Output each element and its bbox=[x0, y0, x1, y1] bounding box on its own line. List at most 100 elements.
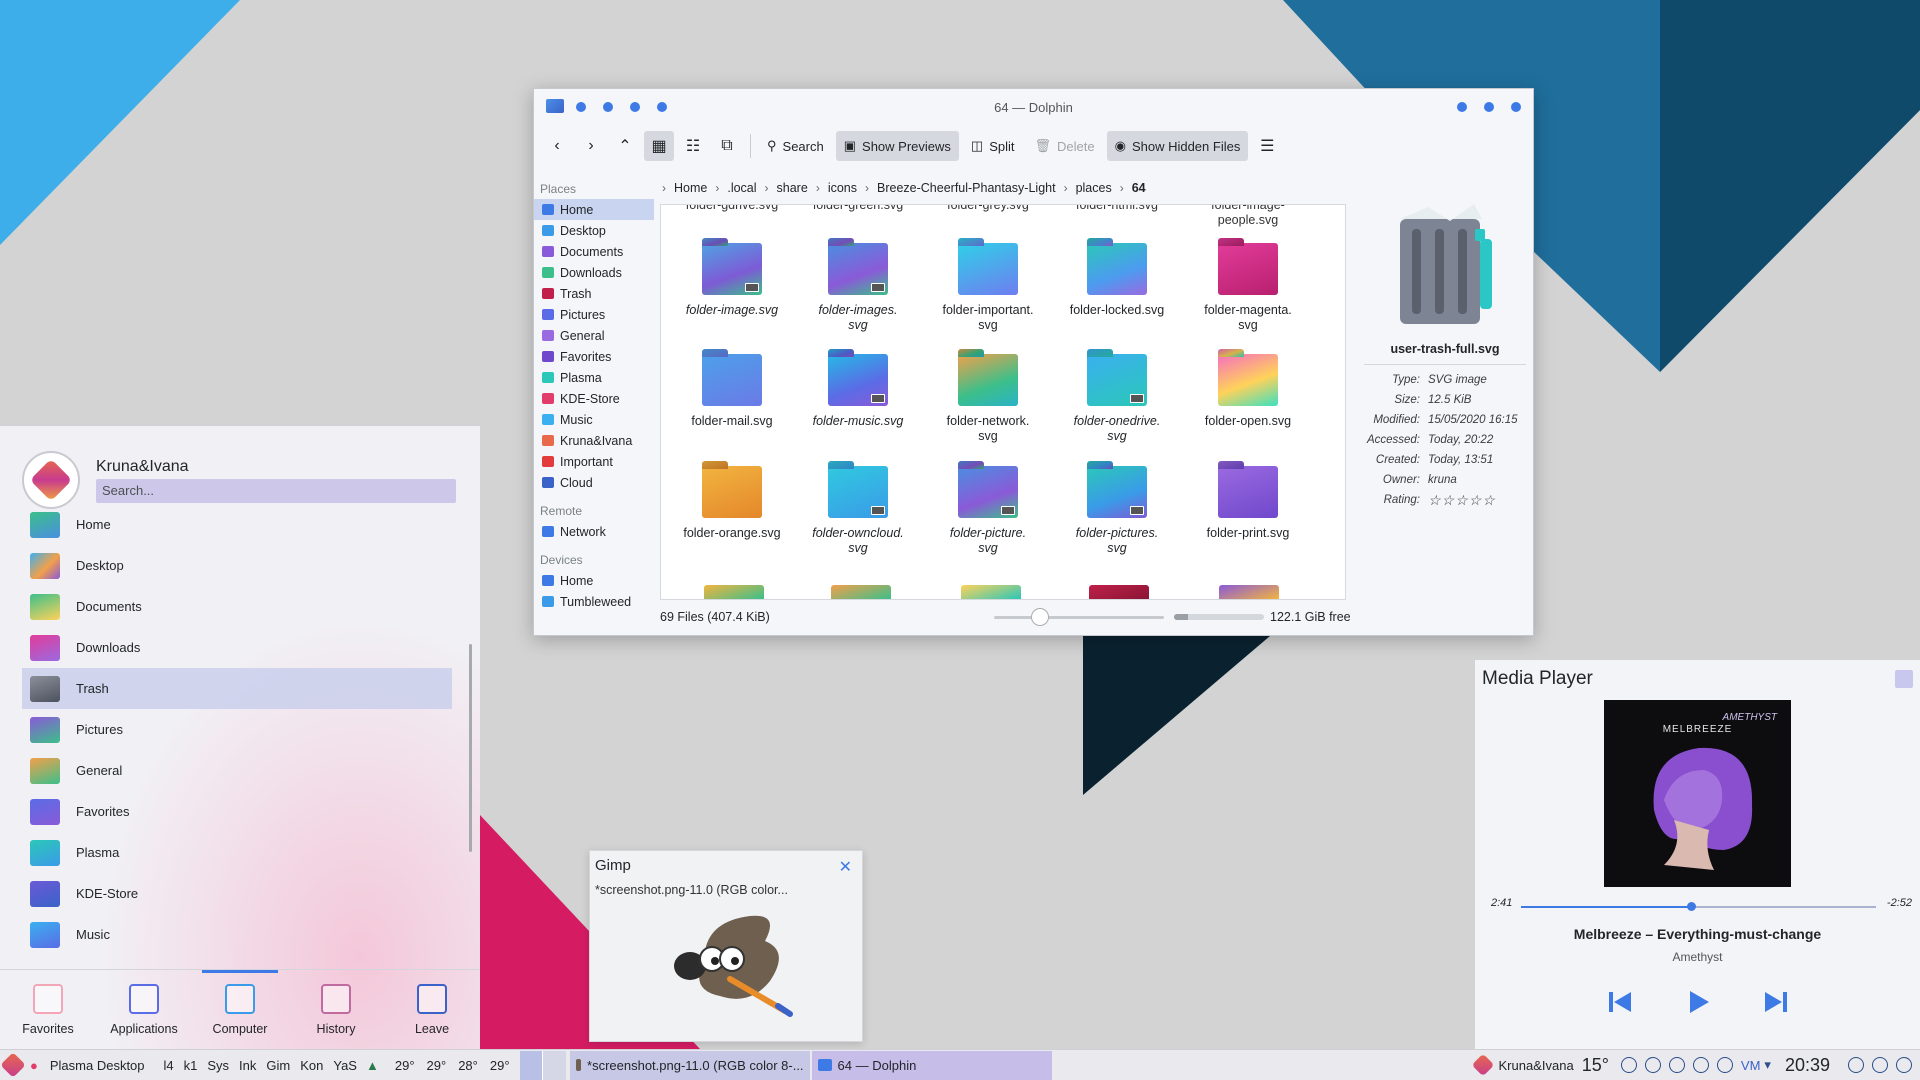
icons-view-button[interactable]: ▦ bbox=[644, 131, 674, 161]
places-item-important[interactable]: Important bbox=[534, 451, 654, 472]
power-icon[interactable] bbox=[1896, 1057, 1912, 1073]
breadcrumb-item[interactable]: icons bbox=[828, 181, 857, 195]
file-item[interactable]: folder-locked.svg bbox=[1057, 243, 1177, 318]
quick-launch-kon[interactable]: Kon bbox=[295, 1050, 328, 1080]
places-item-home[interactable]: Home bbox=[534, 199, 654, 220]
weather-widget[interactable]: 15° bbox=[1578, 1050, 1613, 1080]
file-item[interactable]: folder-image.svg bbox=[672, 243, 792, 318]
places-item-music[interactable]: Music bbox=[534, 409, 654, 430]
tab-history[interactable]: History bbox=[288, 970, 384, 1049]
breadcrumb-item[interactable]: Breeze-Cheerful-Phantasy-Light bbox=[877, 181, 1056, 195]
tray-expand-icon[interactable]: ▾ bbox=[1764, 1057, 1771, 1073]
file-item[interactable]: folder-print.svg bbox=[1188, 466, 1308, 541]
notifications-icon[interactable] bbox=[1644, 1057, 1661, 1073]
places-item-cloud[interactable]: Cloud bbox=[534, 472, 654, 493]
app-item-favorites[interactable]: Favorites bbox=[22, 791, 452, 832]
split-button[interactable]: ◫ Split bbox=[963, 131, 1023, 161]
app-item-desktop[interactable]: Desktop bbox=[22, 545, 452, 586]
play-icon[interactable] bbox=[1684, 988, 1712, 1016]
hamburger-menu-button[interactable]: ☰ bbox=[1252, 131, 1282, 161]
places-item-documents[interactable]: Documents bbox=[534, 241, 654, 262]
file-item[interactable]: folder-onedrive. svg bbox=[1057, 354, 1177, 444]
places-item-kruna-ivana[interactable]: Kruna&Ivana bbox=[534, 430, 654, 451]
app-item-kde-store[interactable]: KDE-Store bbox=[22, 873, 452, 914]
remote-item-network[interactable]: Network bbox=[534, 521, 654, 542]
close-button[interactable] bbox=[1511, 102, 1521, 112]
breadcrumb-item[interactable]: .local bbox=[727, 181, 756, 195]
app-item-music[interactable]: Music bbox=[22, 914, 452, 955]
file-item[interactable]: folder-open.svg bbox=[1188, 354, 1308, 429]
quick-launch-yas[interactable]: YaS bbox=[328, 1050, 362, 1080]
compact-view-button[interactable]: ☷ bbox=[678, 131, 708, 161]
breadcrumb-item[interactable]: share bbox=[777, 181, 808, 195]
app-item-documents[interactable]: Documents bbox=[22, 586, 452, 627]
up-button[interactable]: ⌃ bbox=[610, 131, 640, 161]
clock[interactable]: 20:39 bbox=[1775, 1050, 1840, 1080]
user-switcher[interactable]: Kruna&Ivana bbox=[1471, 1050, 1578, 1080]
user-avatar[interactable] bbox=[22, 451, 80, 509]
forward-button[interactable]: › bbox=[576, 131, 606, 161]
gimp-window-preview[interactable]: Gimp ✕ *screenshot.png-11.0 (RGB color..… bbox=[589, 850, 863, 1042]
media-icon[interactable] bbox=[1716, 1057, 1733, 1073]
places-item-trash[interactable]: Trash bbox=[534, 283, 654, 304]
back-button[interactable]: ‹ bbox=[542, 131, 572, 161]
launcher-scrollbar[interactable] bbox=[469, 644, 472, 852]
places-item-pictures[interactable]: Pictures bbox=[534, 304, 654, 325]
updates-icon[interactable] bbox=[1668, 1057, 1685, 1073]
lock-icon[interactable] bbox=[1848, 1057, 1864, 1073]
app-item-plasma[interactable]: Plasma bbox=[22, 832, 452, 873]
places-item-plasma[interactable]: Plasma bbox=[534, 367, 654, 388]
title-bar[interactable]: 64 — Dolphin bbox=[534, 89, 1533, 125]
device-item-home[interactable]: Home bbox=[534, 570, 654, 591]
places-item-desktop[interactable]: Desktop bbox=[534, 220, 654, 241]
tab-leave[interactable]: Leave bbox=[384, 970, 480, 1049]
breadcrumb-item[interactable]: places bbox=[1076, 181, 1112, 195]
file-item[interactable]: folder-mail.svg bbox=[672, 354, 792, 429]
network-icon[interactable] bbox=[1620, 1057, 1637, 1073]
file-item[interactable]: folder-network. svg bbox=[928, 354, 1048, 444]
rating-stars[interactable]: ☆☆☆☆☆ bbox=[1428, 493, 1530, 508]
tab-applications[interactable]: Applications bbox=[96, 970, 192, 1049]
pin-icon[interactable] bbox=[1895, 670, 1913, 688]
next-track-icon[interactable] bbox=[1762, 988, 1790, 1016]
app-item-downloads[interactable]: Downloads bbox=[22, 627, 452, 668]
show-previews-button[interactable]: ▣ Show Previews bbox=[835, 131, 959, 161]
vpn-icon[interactable]: VM bbox=[1741, 1058, 1761, 1073]
panel-arrow-up-icon[interactable]: ▲ bbox=[362, 1050, 383, 1080]
audio-icon[interactable] bbox=[1692, 1057, 1709, 1073]
app-item-general[interactable]: General bbox=[22, 750, 452, 791]
launcher-button[interactable] bbox=[0, 1050, 26, 1080]
file-item[interactable]: folder-images. svg bbox=[798, 243, 918, 333]
file-item[interactable]: folder-orange.svg bbox=[672, 466, 792, 541]
places-item-kde-store[interactable]: KDE-Store bbox=[534, 388, 654, 409]
file-view[interactable]: folder-gdrive.svg folder-green.svg folder-… bbox=[660, 204, 1346, 600]
pager-desktop-1[interactable] bbox=[519, 1050, 544, 1080]
pager-desktop-2[interactable] bbox=[543, 1050, 566, 1080]
tab-computer[interactable]: Computer bbox=[192, 970, 288, 1049]
zoom-slider-track[interactable] bbox=[994, 616, 1164, 619]
launcher-search-input[interactable]: Search... bbox=[96, 479, 456, 503]
close-icon[interactable]: ✕ bbox=[839, 857, 852, 877]
file-item[interactable]: folder-music.svg bbox=[798, 354, 918, 429]
file-item[interactable]: folder-pictures. svg bbox=[1057, 466, 1177, 556]
details-view-button[interactable]: ⧉ bbox=[712, 131, 742, 161]
app-item-home[interactable]: Home bbox=[22, 504, 452, 545]
places-item-general[interactable]: General bbox=[534, 325, 654, 346]
info-icon[interactable] bbox=[1872, 1057, 1888, 1073]
zoom-slider-handle[interactable] bbox=[1031, 608, 1049, 626]
places-item-downloads[interactable]: Downloads bbox=[534, 262, 654, 283]
app-item-pictures[interactable]: Pictures bbox=[22, 709, 452, 750]
file-item[interactable]: folder-picture. svg bbox=[928, 466, 1048, 556]
quick-launch-l4[interactable]: l4 bbox=[159, 1050, 179, 1080]
task-button[interactable]: *screenshot.png-11.0 (RGB color 8-... bbox=[569, 1050, 810, 1080]
breadcrumb-item[interactable]: 64 bbox=[1132, 181, 1146, 195]
quick-launch-ink[interactable]: Ink bbox=[234, 1050, 261, 1080]
activity-switcher[interactable]: ● Plasma Desktop bbox=[26, 1050, 149, 1080]
search-button[interactable]: ⚲ Search bbox=[759, 131, 832, 161]
task-button[interactable]: 64 — Dolphin bbox=[811, 1050, 1052, 1080]
file-item[interactable]: folder-owncloud. svg bbox=[798, 466, 918, 556]
file-item[interactable]: folder-important. svg bbox=[928, 243, 1048, 333]
seek-bar-handle[interactable] bbox=[1687, 902, 1697, 911]
previous-track-icon[interactable] bbox=[1606, 988, 1634, 1016]
quick-launch-k1[interactable]: k1 bbox=[179, 1050, 203, 1080]
